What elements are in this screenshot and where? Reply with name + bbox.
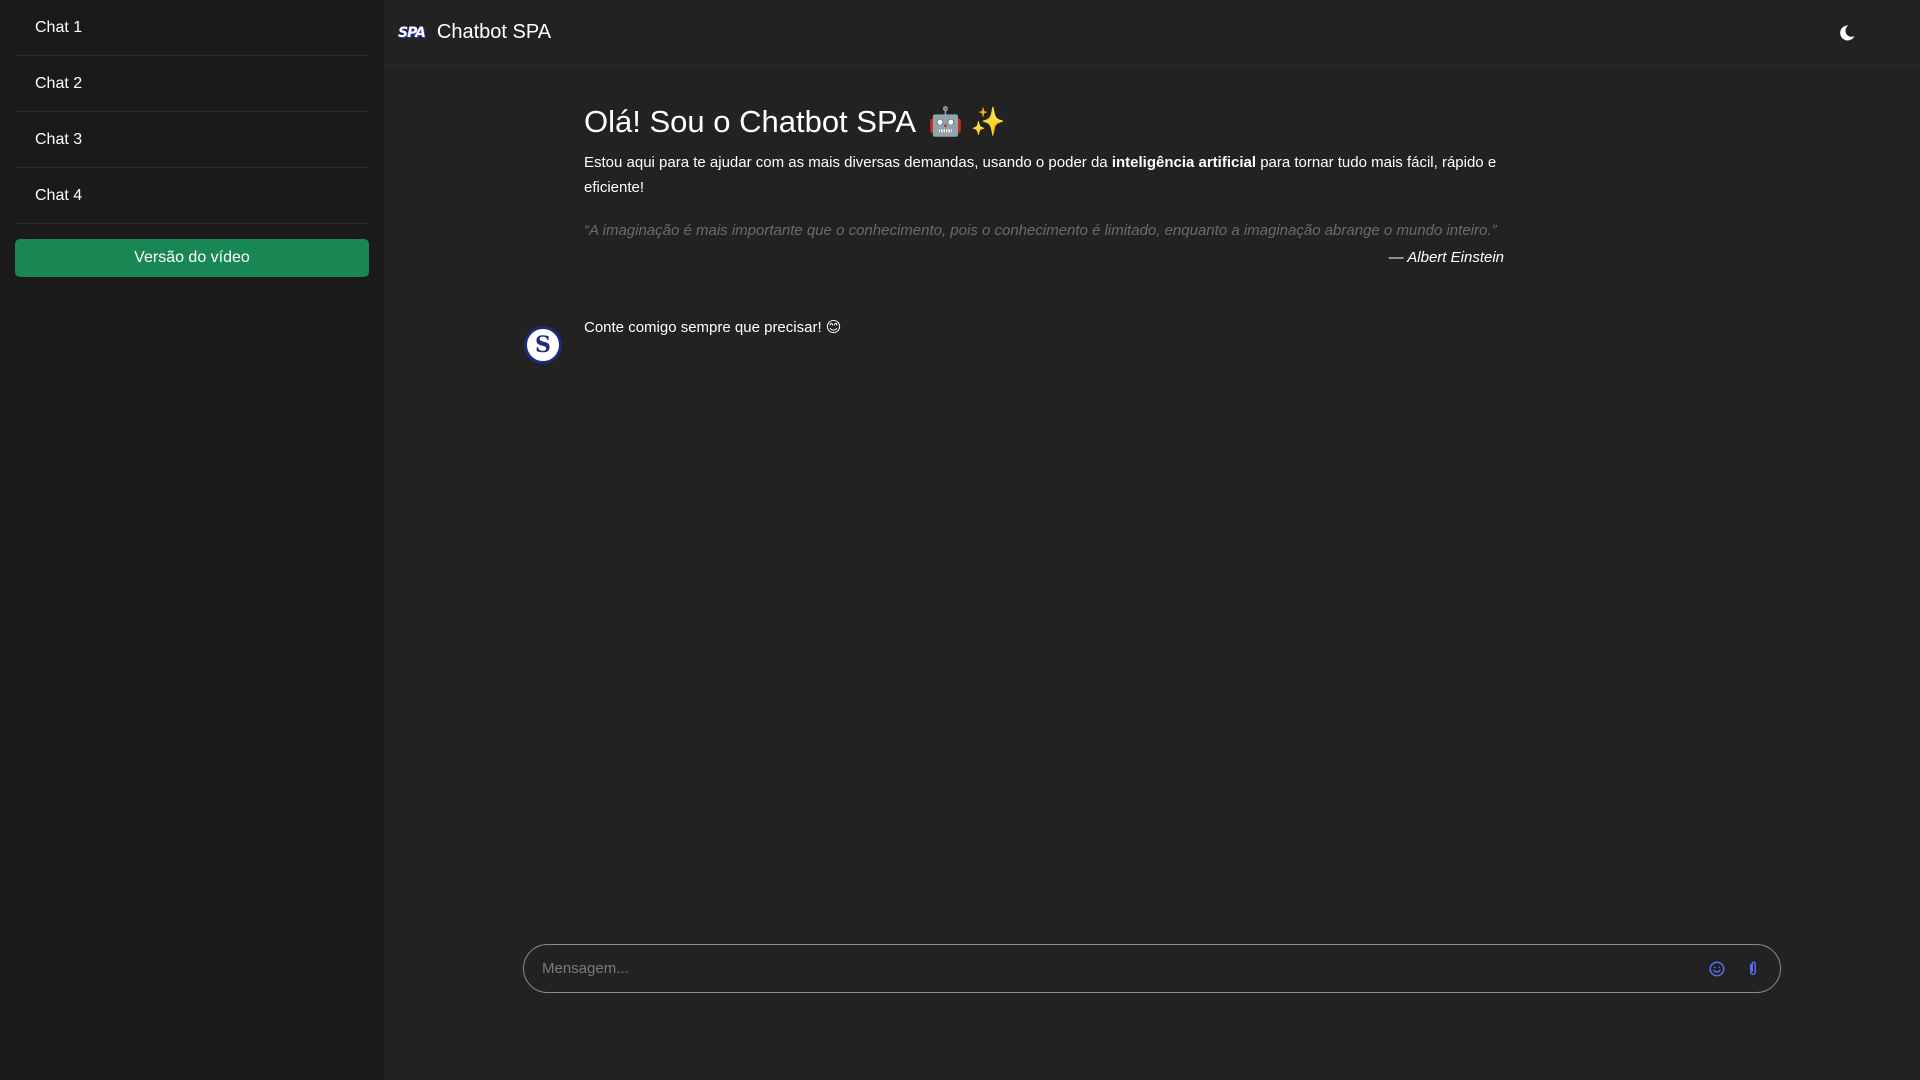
moon-icon[interactable] [1838,24,1856,42]
intro-text: Estou aqui para te ajudar com as mais di… [584,150,1504,200]
message-input-bar [523,944,1781,993]
paperclip-icon[interactable] [1744,960,1762,978]
sidebar-item-label: Chat 2 [35,74,83,92]
spa-logo: SPA [398,24,426,41]
sidebar-item-chat-2[interactable]: Chat 2 [15,56,369,112]
welcome-title: Olá! Sou o Chatbot SPA 🤖 ✨ [584,98,1504,146]
app: Chat 1 Chat 2 Chat 3 Chat 4 Versão do ví… [0,0,1920,1080]
video-version-button[interactable]: Versão do vídeo [15,239,369,277]
intro-text-bold: inteligência artificial [1111,154,1257,171]
sidebar-item-chat-4[interactable]: Chat 4 [15,168,369,224]
avatar-letter: S [535,332,551,358]
quote-text: “A imaginação é mais importante que o co… [584,222,1497,239]
welcome-title-text: Olá! Sou o Chatbot SPA [584,104,917,139]
page-title: Chatbot SPA [436,21,552,43]
intro-text-start: Estou aqui para te ajudar com as mais di… [584,154,1112,171]
sidebar-item-label: Chat 3 [35,130,83,148]
message-input[interactable] [542,960,1690,977]
bot-message: S Conte comigo sempre que precisar! 😊 [524,318,841,364]
sidebar: Chat 1 Chat 2 Chat 3 Chat 4 Versão do ví… [0,0,384,1080]
welcome-section: Olá! Sou o Chatbot SPA 🤖 ✨ Estou aqui pa… [584,98,1504,266]
header: SPA Chatbot SPA [384,0,1920,66]
sidebar-item-label: Chat 1 [35,18,83,36]
sidebar-item-chat-3[interactable]: Chat 3 [15,112,369,168]
robot-sparkles-emoji: 🤖 ✨ [928,106,1006,137]
quote-author: — Albert Einstein [1388,249,1504,266]
smiley-icon[interactable] [1708,960,1726,978]
sidebar-item-chat-1[interactable]: Chat 1 [15,0,369,56]
sidebar-item-label: Chat 4 [35,186,83,204]
main-panel: SPA Chatbot SPA Olá! Sou o Chatbot SPA 🤖… [384,0,1920,1080]
message-text: Conte comigo sempre que precisar! 😊 [584,319,842,336]
avatar: S [524,326,562,364]
